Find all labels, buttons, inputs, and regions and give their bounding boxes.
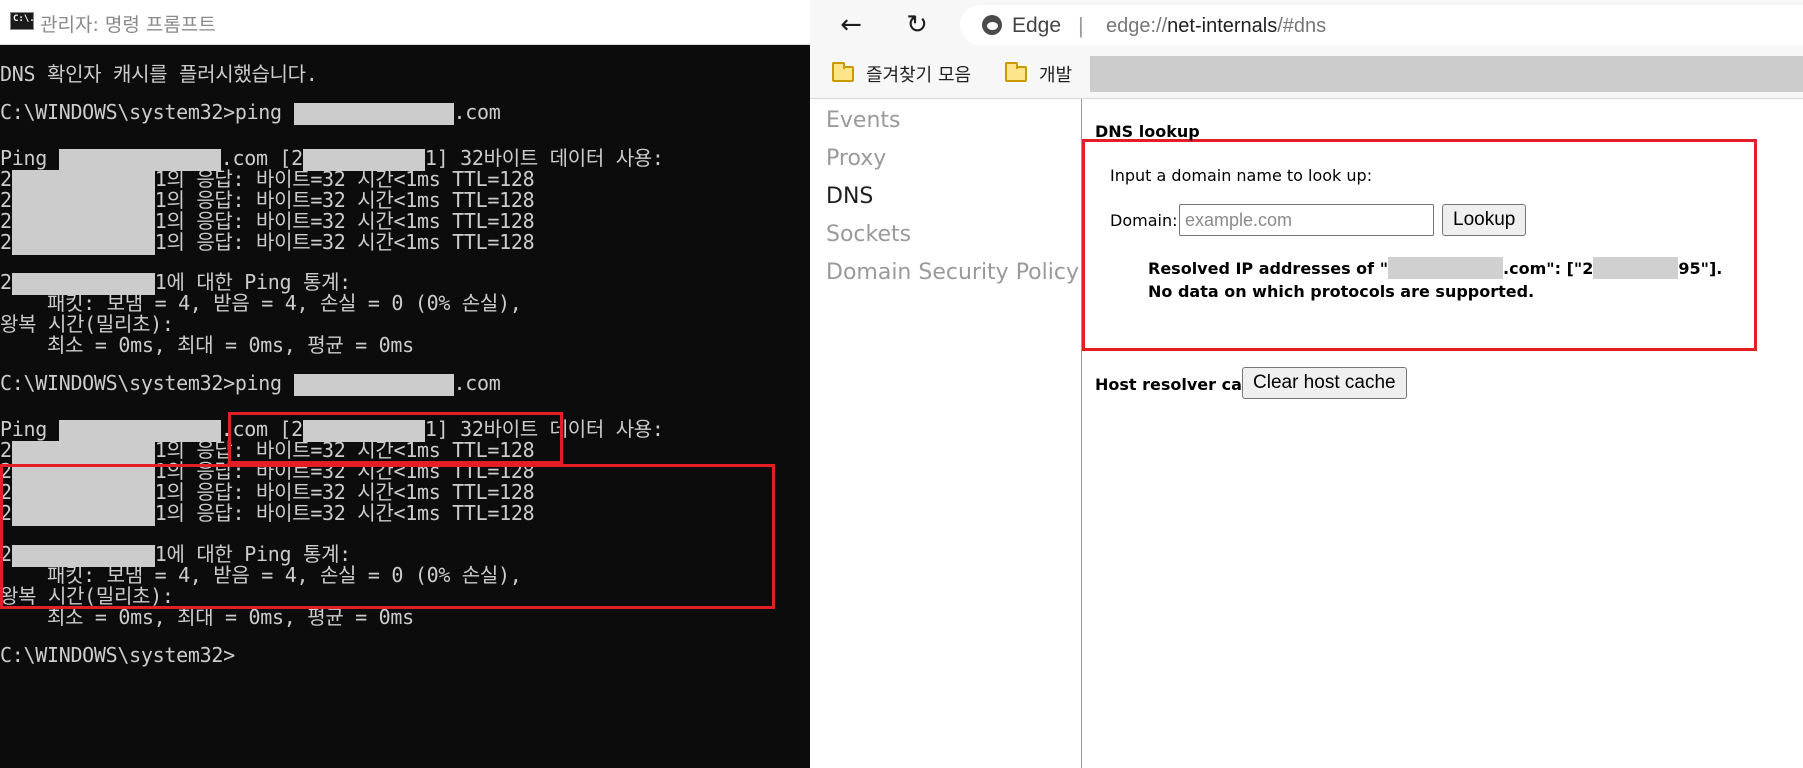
- sidebar-item-domain-security-policy[interactable]: Domain Security Policy: [826, 260, 1079, 285]
- console-line: C:\WINDOWS\system32>ping .com: [0, 100, 501, 125]
- console-line: 2 1의 응답: 바이트=32 시간<1ms TTL=128: [0, 230, 535, 255]
- browser-label: Edge: [1012, 14, 1062, 37]
- address-separator: |: [1078, 13, 1084, 38]
- browser-toolbar: ← ↻ Edge | edge://net-internals/#dns: [810, 0, 1803, 50]
- folder-icon: [832, 62, 854, 82]
- refresh-icon[interactable]: ↻: [900, 8, 934, 42]
- highlight-ping-command: [228, 412, 563, 464]
- redacted-host: [293, 102, 454, 125]
- console-line: C:\WINDOWS\system32>ping .com: [0, 371, 501, 396]
- cmd-title: 관리자: 명령 프롬프트: [40, 14, 216, 36]
- dns-panel: DNS lookup Input a domain name to look u…: [1082, 99, 1803, 768]
- folder-icon: [1005, 62, 1027, 82]
- console-prompt: C:\WINDOWS\system32>: [0, 643, 235, 667]
- domain-label: Domain:: [1110, 211, 1178, 230]
- favorite-folder[interactable]: 개발: [1005, 61, 1072, 87]
- console-output[interactable]: DNS 확인자 캐시를 플러시했습니다. C:\WINDOWS\system32…: [0, 44, 810, 768]
- back-arrow-icon[interactable]: ←: [834, 8, 868, 42]
- net-internals-sidebar: Events Proxy DNS Sockets Domain Security…: [810, 99, 1082, 768]
- redacted-host: [1388, 257, 1504, 279]
- cmd-title-bar[interactable]: C:\. 관리자: 명령 프롬프트: [0, 0, 810, 45]
- address-url[interactable]: edge://net-internals/#dns: [1106, 15, 1326, 38]
- favorites-bar: 즐겨찾기 모음 개발: [810, 50, 1803, 99]
- command-prompt-window: C:\. 관리자: 명령 프롬프트 DNS 확인자 캐시를 플러시했습니다. C…: [0, 0, 810, 768]
- highlight-ping-replies: [0, 464, 775, 609]
- domain-input[interactable]: [1179, 204, 1434, 236]
- lookup-button[interactable]: Lookup: [1442, 204, 1527, 236]
- redacted-ip: [11, 232, 155, 255]
- favorite-label: 즐겨찾기 모음: [866, 65, 972, 86]
- dns-lookup-prompt: Input a domain name to look up:: [1110, 166, 1373, 185]
- redacted-ip: [1593, 257, 1679, 279]
- protocol-support-message: No data on which protocols are supported…: [1148, 282, 1535, 301]
- console-line: 최소 = 0ms, 최대 = 0ms, 평균 = 0ms: [0, 333, 414, 357]
- clear-host-cache-button[interactable]: Clear host cache: [1242, 367, 1407, 399]
- redacted-host: [293, 373, 454, 396]
- sidebar-item-sockets[interactable]: Sockets: [826, 222, 911, 247]
- sidebar-item-proxy[interactable]: Proxy: [826, 146, 886, 171]
- favorite-label: 개발: [1039, 65, 1073, 86]
- sidebar-item-events[interactable]: Events: [826, 108, 901, 133]
- address-bar[interactable]: Edge | edge://net-internals/#dns: [960, 5, 1803, 45]
- resolved-addresses: Resolved IP addresses of " .com": ["2 95"]…: [1148, 257, 1723, 279]
- flush-message: DNS 확인자 캐시를 플러시했습니다.: [0, 62, 318, 86]
- edge-logo-icon: [982, 15, 1002, 35]
- sidebar-item-dns[interactable]: DNS: [826, 184, 873, 209]
- cmd-window-icon: C:\.: [10, 12, 35, 30]
- dns-lookup-title: DNS lookup: [1095, 122, 1200, 141]
- redacted-favorites: [1090, 56, 1803, 92]
- edge-browser-window: ← ↻ Edge | edge://net-internals/#dns 즐겨찾…: [810, 0, 1803, 768]
- favorite-folder[interactable]: 즐겨찾기 모음: [832, 61, 971, 87]
